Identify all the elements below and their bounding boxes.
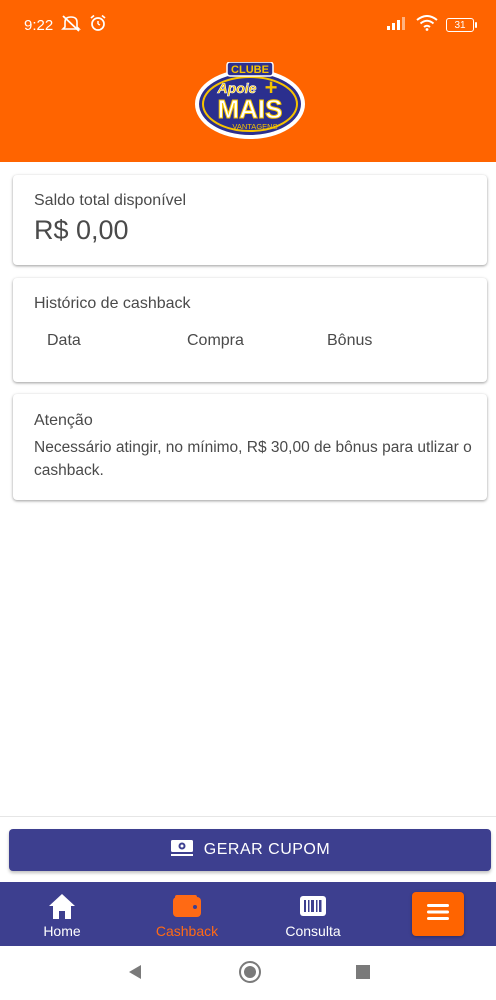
wifi-icon: [416, 15, 438, 35]
svg-text:MAIS: MAIS: [218, 94, 283, 124]
svg-text:CLUBE: CLUBE: [231, 64, 269, 76]
barcode-icon: [299, 891, 327, 921]
nav-home-label: Home: [43, 923, 81, 939]
wallet-icon: [172, 891, 202, 921]
nav-home[interactable]: Home: [17, 882, 107, 946]
atencao-text: Necessário atingir, no mínimo, R$ 30,00 …: [34, 439, 472, 479]
signal-icon: [386, 16, 408, 34]
bottom-nav: Home Cashback Consulta: [0, 882, 496, 946]
recents-icon[interactable]: [355, 964, 371, 985]
home-icon: [47, 891, 77, 921]
divider: [0, 816, 496, 817]
status-bar: 9:22 31: [0, 0, 496, 50]
svg-text:VANTAGENS: VANTAGENS: [232, 122, 277, 131]
app-header: 9:22 31 CLUBE Apoie + MAIS VANTAGENS: [0, 0, 496, 162]
column-header-compra: Compra: [187, 332, 244, 349]
battery-icon: 31: [446, 18, 477, 32]
saldo-value: R$ 0,00: [34, 215, 129, 245]
system-nav-bar: [0, 946, 496, 1000]
historico-title: Histórico de cashback: [34, 295, 191, 312]
home-button-icon[interactable]: [238, 960, 262, 989]
clube-logo: CLUBE Apoie + MAIS VANTAGENS: [193, 61, 307, 140]
menu-icon: [426, 903, 450, 926]
nav-consulta[interactable]: Consulta: [268, 882, 358, 946]
column-header-bonus: Bônus: [327, 332, 373, 349]
nav-consulta-label: Consulta: [285, 923, 341, 939]
gerar-cupom-label: GERAR CUPOM: [203, 841, 331, 858]
cash-icon: [170, 839, 194, 862]
mute-icon: [61, 14, 82, 36]
back-icon[interactable]: [126, 962, 144, 987]
atencao-title: Atenção: [34, 412, 93, 429]
historico-table-header: Data Compra Bônus: [47, 332, 467, 354]
nav-cashback-label: Cashback: [155, 923, 219, 939]
gerar-cupom-button[interactable]: GERAR CUPOM: [9, 829, 491, 871]
column-header-data: Data: [47, 332, 81, 349]
historico-card: Histórico de cashback Data Compra Bônus: [13, 278, 487, 382]
status-time: 9:22: [24, 16, 54, 34]
atencao-card: Atenção Necessário atingir, no mínimo, R…: [13, 394, 487, 500]
saldo-label: Saldo total disponível: [34, 192, 187, 209]
menu-button[interactable]: [412, 892, 464, 936]
saldo-card: Saldo total disponível R$ 0,00: [13, 175, 487, 265]
alarm-icon: [89, 14, 107, 36]
nav-cashback[interactable]: Cashback: [142, 882, 232, 946]
